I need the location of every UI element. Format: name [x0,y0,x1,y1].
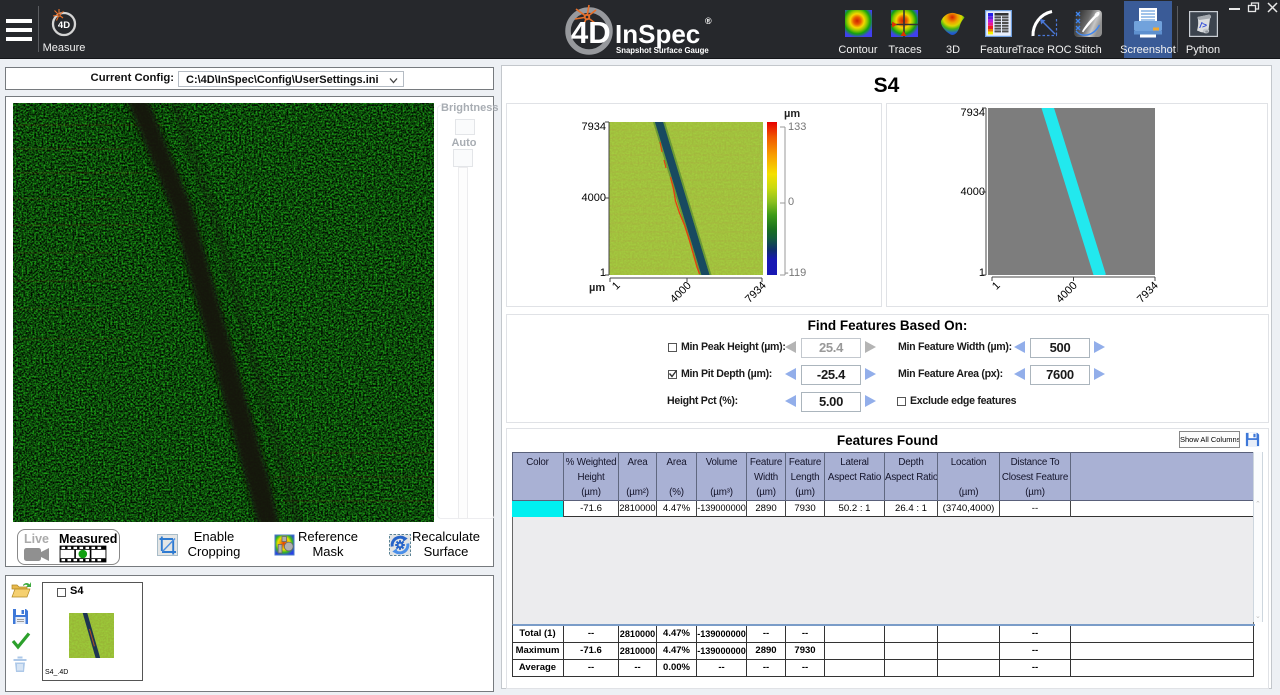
svg-text:®: ® [705,16,712,26]
svg-text:InSpec: InSpec [615,19,700,49]
svg-text:4D: 4D [571,15,611,50]
svg-text:Snapshot Surface Gauge: Snapshot Surface Gauge [616,46,709,55]
svg-text:4D: 4D [58,20,70,31]
svg-text:/>: /> [1199,20,1207,30]
